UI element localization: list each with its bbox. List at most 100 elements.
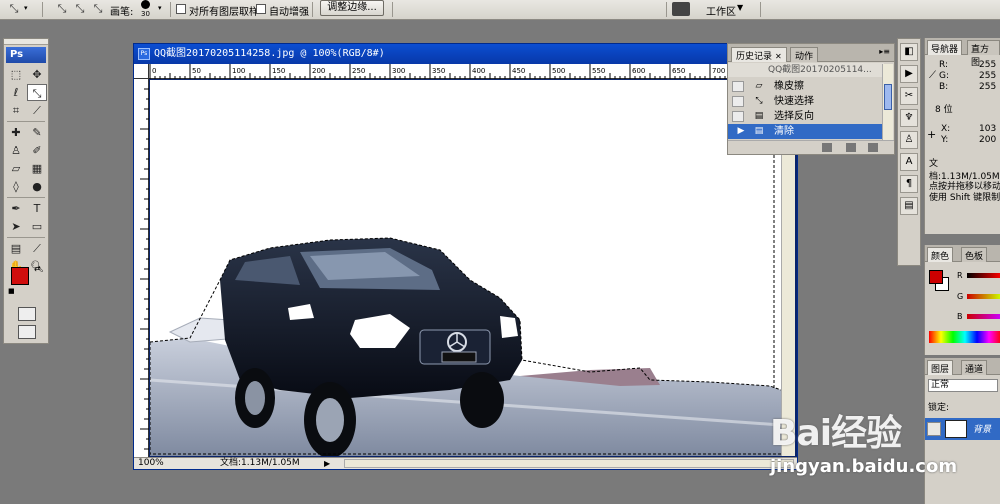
foreground-color-swatch[interactable] (929, 270, 943, 284)
status-menu-arrow-icon[interactable]: ▶ (324, 458, 330, 469)
panel-menu-icon[interactable]: ▸≡ (879, 47, 890, 56)
tab-actions[interactable]: 动作 (790, 47, 819, 62)
tab-color[interactable]: 颜色 (927, 247, 954, 262)
crop-tool-icon[interactable]: ⌗ (6, 102, 26, 119)
history-brush-source[interactable] (732, 111, 744, 122)
crosshair-icon: + (927, 128, 937, 141)
chevron-down-icon[interactable]: ▾ (24, 4, 28, 12)
foreground-color-swatch[interactable] (11, 267, 29, 285)
new-snapshot-icon[interactable] (846, 143, 856, 152)
g-slider[interactable] (967, 294, 1000, 299)
eyedropper-tool-icon[interactable]: ⟋ (27, 240, 47, 257)
info-b-value: 255 (979, 82, 997, 92)
history-snapshot[interactable]: QQ截图20170205114... (728, 63, 884, 77)
toolbox-grip[interactable] (4, 39, 48, 45)
history-brush-source[interactable] (732, 96, 744, 107)
actions-icon[interactable]: ▶ (900, 65, 918, 83)
subtract-selection-icon[interactable]: ⤡ (90, 2, 106, 16)
type-tool-icon[interactable]: T (27, 200, 47, 217)
move-tool-icon[interactable]: ✥ (27, 66, 47, 83)
shape-tool-icon[interactable]: ▭ (27, 218, 47, 235)
new-document-from-state-icon[interactable] (822, 143, 832, 152)
delete-state-icon[interactable] (868, 143, 878, 152)
visibility-eye-icon[interactable] (927, 422, 941, 436)
vertical-ruler[interactable] (134, 79, 149, 457)
pen-tool-icon[interactable]: ✒ (6, 200, 26, 217)
add-to-selection-icon[interactable]: ⤡ (72, 2, 88, 16)
tab-navigator[interactable]: 导航器 (927, 40, 963, 55)
sample-all-layers-checkbox[interactable] (176, 4, 186, 14)
tab-swatches[interactable]: 色板 (961, 247, 988, 262)
gradient-tool-icon[interactable]: ▦ (27, 160, 47, 177)
layer-row[interactable]: 背景 (925, 418, 1000, 440)
brush-tool-icon[interactable]: ✎ (27, 124, 47, 141)
image-canvas[interactable] (150, 80, 781, 456)
history-item[interactable]: ▤ 选择反向 (728, 109, 884, 124)
color-spectrum[interactable] (929, 331, 1000, 343)
tab-history[interactable]: 历史记录 ✕ (731, 47, 787, 62)
info-y-value: 200 (979, 135, 997, 145)
character-icon[interactable]: A (900, 153, 918, 171)
marquee-tool-icon[interactable]: ⬚ (6, 66, 26, 83)
layer-comps-icon[interactable]: ▤ (900, 197, 918, 215)
brush-preview-icon[interactable] (141, 0, 150, 9)
workspace-icon[interactable] (672, 2, 690, 16)
blend-mode-select[interactable]: 正常 (928, 379, 998, 392)
path-select-icon[interactable]: ➤ (6, 218, 26, 235)
paragraph-icon[interactable]: ¶ (900, 175, 918, 193)
close-icon[interactable]: ✕ (775, 52, 782, 61)
quick-select-tool-icon[interactable]: ⤡ (27, 84, 47, 101)
history-item[interactable]: ▱ 橡皮擦 (728, 79, 884, 94)
healing-brush-icon[interactable]: ✚ (6, 124, 26, 141)
panel-dock-strip: ◧ ▶ ✂ ♆ ♙ A ¶ ▤ (897, 38, 921, 266)
ruler-tick-label: 150 (272, 67, 285, 75)
blur-tool-icon[interactable]: ◊ (6, 178, 26, 195)
history-item-selected[interactable]: ▶ ▤ 清除 (728, 124, 884, 139)
tab-histogram[interactable]: 直方图 (967, 40, 1000, 68)
baidu-watermark: Bai经验 (770, 413, 902, 454)
ruler-tick-label: 700 (712, 67, 725, 75)
chevron-down-icon[interactable]: ▼ (737, 3, 743, 12)
ruler-origin[interactable] (134, 64, 149, 79)
clone-stamp-icon[interactable]: ♙ (6, 142, 26, 159)
swap-colors-icon[interactable]: ⇄ (34, 264, 41, 273)
history-brush-source[interactable] (732, 81, 744, 92)
tab-history-label: 历史记录 (736, 52, 773, 62)
eraser-tool-icon[interactable]: ▱ (6, 160, 26, 177)
history-item[interactable]: ⤡ 快速选择 (728, 94, 884, 109)
default-colors-icon[interactable]: ■ (8, 287, 15, 295)
notes-tool-icon[interactable]: ▤ (6, 240, 26, 257)
horizontal-scrollbar[interactable] (344, 459, 794, 468)
navigator-icon[interactable]: ◧ (900, 43, 918, 61)
current-state-arrow-icon: ▶ (737, 126, 745, 136)
dodge-tool-icon[interactable]: ● (27, 178, 47, 195)
quick-mask-button[interactable] (18, 307, 36, 321)
b-slider[interactable] (967, 314, 1000, 319)
brush-picker-arrow-icon[interactable]: ▾ (158, 4, 162, 12)
info-panel: 导航器 直方图 ⟋ R: 255 G: 255 B: 255 8 位 + X: … (924, 38, 1000, 234)
ruler-tick-label: 50 (192, 67, 201, 75)
workspace-menu[interactable]: 工作区 (706, 3, 736, 18)
clone-source-icon[interactable]: ♙ (900, 131, 918, 149)
history-brush-icon[interactable]: ✐ (27, 142, 47, 159)
new-selection-icon[interactable]: ⤡ (54, 2, 70, 16)
scroll-thumb[interactable] (884, 84, 892, 110)
auto-enhance-checkbox[interactable] (256, 4, 266, 14)
r-slider[interactable] (967, 273, 1000, 278)
screen-mode-button[interactable] (18, 325, 36, 339)
info-x-value: 103 (979, 124, 997, 134)
slice-tool-icon[interactable]: ⟋ (27, 102, 47, 119)
refine-edge-button[interactable]: 调整边缘... (320, 0, 384, 16)
lasso-tool-icon[interactable]: ℓ (6, 84, 26, 101)
quick-select-tool-icon[interactable]: ⤡ (6, 2, 22, 16)
horizontal-ruler[interactable]: 0 50 100 150 200 250 300 350 400 450 500 550 600 650 7… (149, 64, 796, 79)
document-title[interactable]: QQ截图20170205114258.jpg @ 100%(RGB/8#) (134, 44, 797, 64)
tab-layers[interactable]: 图层 (927, 360, 954, 375)
divider (7, 121, 45, 122)
zoom-level[interactable]: 100% (138, 458, 164, 469)
history-scrollbar[interactable] (882, 64, 893, 140)
info-hint-line2: 使用 Shift 键限制 (929, 193, 1000, 203)
tools-icon[interactable]: ✂ (900, 87, 918, 105)
tab-channels[interactable]: 通道 (961, 360, 988, 375)
brushes-icon[interactable]: ♆ (900, 109, 918, 127)
